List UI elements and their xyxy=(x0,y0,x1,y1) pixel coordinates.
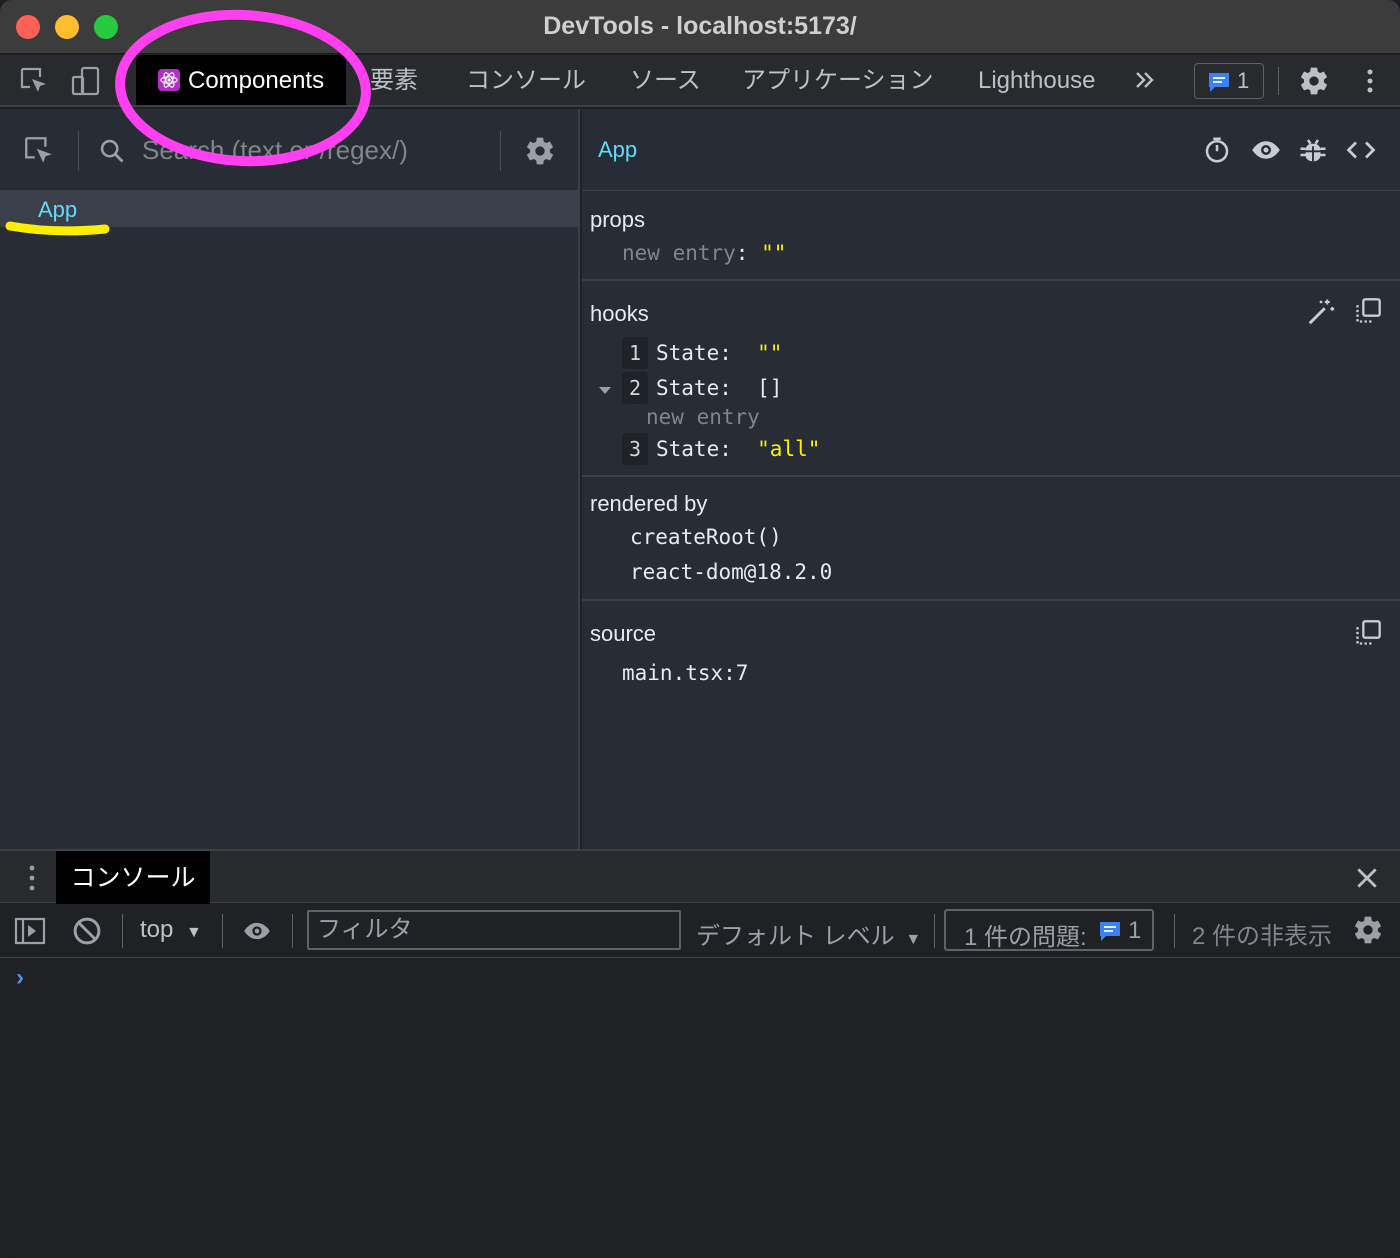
issues-count: 1 xyxy=(1128,917,1142,944)
hook-item-2[interactable]: 2 State: [] xyxy=(622,372,782,404)
toolbar-divider xyxy=(934,914,935,948)
hook-label: State: xyxy=(656,437,732,461)
tab-console[interactable]: コンソール xyxy=(466,55,586,105)
log-level-selector[interactable]: デフォルト レベル ▼ xyxy=(696,916,921,951)
hook-index: 1 xyxy=(622,337,648,369)
device-toolbar-icon[interactable] xyxy=(70,65,102,97)
hook-value: "all" xyxy=(757,437,821,461)
hook-label: State: xyxy=(656,341,732,365)
console-output-area[interactable]: › xyxy=(0,958,1400,1258)
hidden-messages-count: 2 件の非表示 xyxy=(1192,923,1333,950)
console-toolbar: top ▼ デフォルト レベル ▼ 1 件の問題: 1 2 件の非表示 xyxy=(0,904,1400,958)
toolbar-divider xyxy=(1278,67,1279,95)
log-level-value: デフォルト レベル xyxy=(696,923,895,950)
toolbar-divider xyxy=(1174,914,1175,948)
props-section: props new entry: "" xyxy=(582,191,1400,281)
more-options-icon[interactable] xyxy=(1354,65,1386,97)
toolbar-divider xyxy=(122,914,123,948)
view-source-icon[interactable] xyxy=(1346,135,1376,165)
hooks-title: hooks xyxy=(590,301,649,326)
tab-components-label: Components xyxy=(188,67,325,94)
issues-icon xyxy=(1209,73,1229,92)
tab-application[interactable]: アプリケーション xyxy=(742,55,934,105)
console-settings-gear-icon[interactable] xyxy=(1352,914,1384,946)
selected-component-name: App xyxy=(598,137,638,162)
select-element-icon[interactable] xyxy=(22,134,56,168)
hook-value: [] xyxy=(757,376,783,400)
inspector-header: App xyxy=(582,109,1400,191)
source-title: source xyxy=(590,621,657,646)
tab-elements[interactable]: 要素 xyxy=(370,55,418,105)
hook-index: 3 xyxy=(622,433,648,465)
rendered-by-section: rendered by createRoot() react-dom@18.2.… xyxy=(582,477,1400,601)
tab-components[interactable]: Components xyxy=(136,55,347,105)
title-bar: DevTools - localhost:5173/ xyxy=(0,0,1400,54)
main-tab-bar: Components 要素 コンソール ソース アプリケーション Lightho… xyxy=(0,55,1400,107)
close-drawer-icon[interactable] xyxy=(1354,865,1380,891)
rendered-by-title: rendered by xyxy=(590,491,708,516)
toolbar-divider xyxy=(120,67,121,95)
copy-hooks-icon[interactable] xyxy=(1354,297,1382,325)
renderer-item[interactable]: react-dom@18.2.0 xyxy=(630,560,832,584)
react-icon xyxy=(158,69,180,91)
hooks-section: hooks 1 State: "" 2 State: [] new entry 3S… xyxy=(582,281,1400,477)
issues-icon xyxy=(1100,922,1120,941)
more-tabs-icon[interactable] xyxy=(1134,55,1156,105)
toolbar-divider xyxy=(222,914,223,948)
hook-item-3[interactable]: 3 State: "all" xyxy=(622,433,820,465)
copy-source-icon[interactable] xyxy=(1354,619,1382,647)
prop-colon: : xyxy=(735,241,762,265)
console-prompt-icon: › xyxy=(16,964,24,991)
devtools-window: DevTools - localhost:5173/ Components 要素… xyxy=(0,0,1400,1258)
show-sidebar-icon[interactable] xyxy=(14,916,46,946)
magic-wand-icon[interactable] xyxy=(1306,297,1336,327)
inspect-element-icon[interactable] xyxy=(18,65,50,97)
hook-label: State: xyxy=(656,376,732,400)
prop-entry[interactable]: new entry: "" xyxy=(622,241,786,265)
hook-child-entry[interactable]: new entry xyxy=(646,405,760,429)
component-tree-toolbar xyxy=(0,109,580,191)
prop-key: new entry xyxy=(622,241,736,265)
issues-button[interactable]: 1 xyxy=(1194,63,1264,99)
tree-settings-gear-icon[interactable] xyxy=(524,135,556,167)
tree-row-app[interactable]: App xyxy=(0,191,580,227)
toolbar-divider xyxy=(292,914,293,948)
component-inspector-pane: App props new entry: "" hooks 1 State: "… xyxy=(582,109,1400,849)
console-filter-input[interactable] xyxy=(307,910,681,950)
tab-lighthouse[interactable]: Lighthouse xyxy=(978,55,1095,105)
hook-value: "" xyxy=(757,341,783,365)
tab-sources[interactable]: ソース xyxy=(630,55,701,105)
toolbar-divider xyxy=(78,131,79,171)
search-icon xyxy=(98,137,126,165)
hook-index: 2 xyxy=(622,372,648,404)
window-title: DevTools - localhost:5173/ xyxy=(543,12,857,40)
source-file-link[interactable]: main.tsx:7 xyxy=(622,661,748,685)
console-issues-button[interactable]: 1 件の問題: 1 xyxy=(944,909,1154,951)
expand-arrow-icon[interactable] xyxy=(598,383,612,397)
component-tree-pane: App xyxy=(0,109,580,849)
bug-icon[interactable] xyxy=(1298,135,1328,165)
tree-item-label: App xyxy=(38,197,78,222)
dropdown-arrow-icon: ▼ xyxy=(186,924,202,941)
settings-gear-icon[interactable] xyxy=(1298,65,1330,97)
prop-value: "" xyxy=(761,241,787,265)
dropdown-arrow-icon: ▼ xyxy=(905,931,922,948)
stopwatch-icon[interactable] xyxy=(1202,135,1232,165)
drawer-tab-console[interactable]: コンソール xyxy=(56,851,210,904)
source-section: source main.tsx:7 xyxy=(582,601,1400,721)
issues-count: 1 xyxy=(1237,68,1250,93)
eye-icon[interactable] xyxy=(1250,135,1282,165)
clear-console-icon[interactable] xyxy=(72,916,102,946)
props-title: props xyxy=(590,207,646,232)
drawer-tab-bar: コンソール xyxy=(0,849,1400,904)
context-selector-value: top xyxy=(140,916,174,943)
context-selector[interactable]: top ▼ xyxy=(140,916,202,944)
issues-label: 1 件の問題: xyxy=(964,924,1087,951)
live-expression-eye-icon[interactable] xyxy=(240,917,274,945)
component-search-input[interactable] xyxy=(142,129,482,171)
renderer-item[interactable]: createRoot() xyxy=(630,525,782,549)
toolbar-divider xyxy=(500,131,501,171)
hook-item-1[interactable]: 1 State: "" xyxy=(622,337,782,369)
drawer-menu-icon[interactable] xyxy=(20,863,44,893)
